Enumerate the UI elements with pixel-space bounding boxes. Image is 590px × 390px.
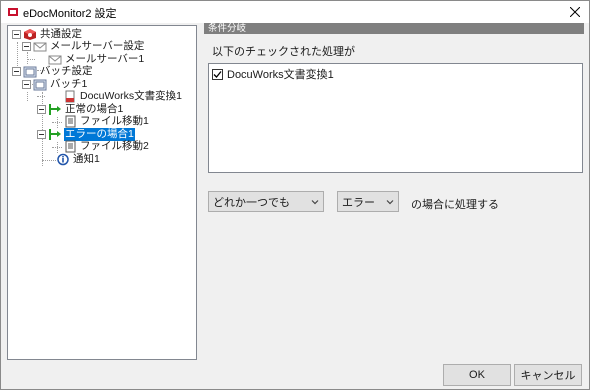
expander-success[interactable] [37, 105, 46, 114]
branch-arrow-icon [49, 129, 61, 140]
title-bar: eDocMonitor2 設定 [1, 1, 589, 23]
tree-node-label: メールサーバー設定 [50, 40, 145, 52]
checkmark-icon [213, 70, 222, 78]
expander-batch1[interactable] [22, 80, 31, 89]
chevron-down-icon [386, 200, 394, 205]
settings-dialog: eDocMonitor2 設定 共通設定 メールサーバー設定 メールサーバー1 … [0, 0, 590, 390]
expander-error[interactable] [37, 130, 46, 139]
window-title: eDocMonitor2 設定 [23, 8, 117, 20]
check-item-label: DocuWorks文書変換1 [227, 69, 334, 81]
chevron-down-icon [311, 200, 319, 205]
expander-batch-settings[interactable] [12, 67, 21, 76]
batch-settings-icon [23, 66, 37, 78]
settings-tree[interactable]: 共通設定 メールサーバー設定 メールサーバー1 バッチ設定 バッチ1 DocuW… [7, 25, 197, 360]
close-icon [570, 7, 580, 17]
condition-suffix-label: の場合に処理する [411, 199, 499, 211]
tree-node-mail-server-settings[interactable]: メールサーバー設定 [33, 40, 145, 53]
close-button[interactable] [561, 1, 589, 23]
edocmonitor-app-icon [8, 8, 18, 16]
docuworks-document-icon [65, 90, 75, 103]
tree-node-label: 通知1 [73, 153, 100, 165]
notification-icon [57, 153, 69, 166]
tree-node-file-move-2[interactable]: ファイル移動2 [63, 140, 150, 153]
tree-node-label: ファイル移動2 [80, 140, 149, 152]
ok-button[interactable]: OK [443, 364, 511, 386]
branch-arrow-icon [49, 104, 61, 115]
tree-node-label: ファイル移動1 [80, 115, 149, 127]
cancel-button[interactable]: キャンセル [514, 364, 582, 386]
tree-node-notification-1[interactable]: 通知1 [56, 153, 101, 166]
file-move-icon [65, 140, 76, 153]
tree-node-batch-settings[interactable]: バッチ設定 [23, 65, 94, 78]
check-item-docuworks-convert-1[interactable]: DocuWorks文書変換1 [212, 67, 334, 81]
processing-check-list[interactable]: DocuWorks文書変換1 [208, 63, 583, 173]
tree-node-label: バッチ設定 [40, 65, 93, 77]
match-condition-value: どれか一つでも [213, 196, 290, 209]
expander-mail[interactable] [22, 42, 31, 51]
status-value: エラー [342, 196, 375, 209]
section-header: 条件分岐 [204, 23, 584, 34]
description-label: 以下のチェックされた処理が [212, 46, 355, 58]
status-select[interactable]: エラー [337, 191, 399, 212]
match-condition-select[interactable]: どれか一つでも [208, 191, 324, 212]
expander-common[interactable] [12, 30, 21, 39]
tree-node-label: DocuWorks文書変換1 [80, 90, 182, 102]
file-move-icon [65, 115, 76, 128]
tree-node-docuworks-convert-1[interactable]: DocuWorks文書変換1 [63, 90, 183, 103]
batch-icon [33, 79, 47, 91]
checkbox[interactable] [212, 68, 223, 80]
tree-node-file-move-1[interactable]: ファイル移動1 [63, 115, 150, 128]
mail-icon [33, 42, 47, 52]
